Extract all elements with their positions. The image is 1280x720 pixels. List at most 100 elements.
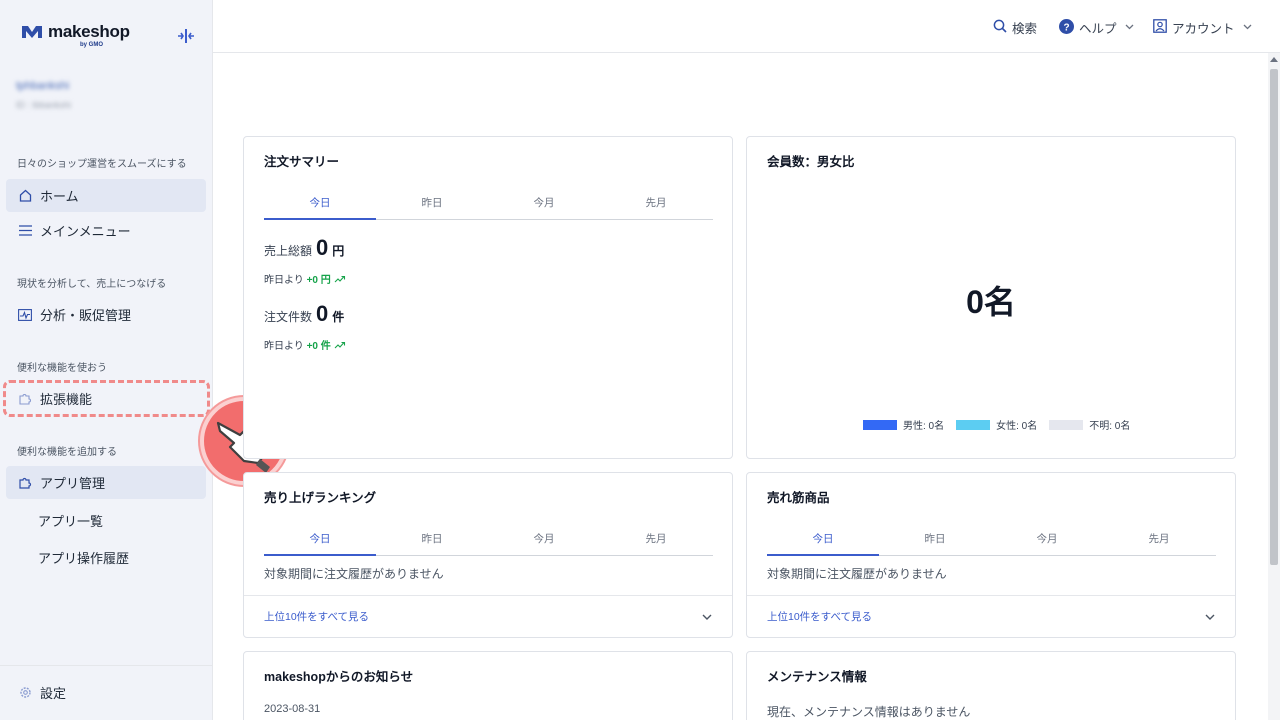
card-title: 売れ筋商品 — [767, 491, 830, 505]
sidebar-item-settings[interactable]: 設定 — [6, 676, 206, 709]
sales-delta-value: +0 円 — [306, 275, 331, 286]
puzzle-icon — [18, 476, 32, 490]
chevron-down-icon — [702, 611, 712, 623]
card-title: メンテナンス情報 — [767, 670, 867, 684]
trend-up-icon — [334, 341, 346, 352]
shop-name: tphbankshi — [16, 80, 70, 92]
members-total: 0名 — [966, 284, 1016, 320]
sidebar-item-main-menu[interactable]: メインメニュー — [6, 214, 206, 247]
menu-icon — [18, 224, 32, 238]
see-all-link[interactable]: 上位10件をすべて見る — [244, 595, 732, 637]
page-scrollbar[interactable] — [1268, 53, 1280, 720]
sidebar-item-analytics[interactable]: 分析・販促管理 — [6, 298, 206, 331]
trend-up-icon — [334, 275, 346, 286]
see-all-label: 上位10件をすべて見る — [767, 611, 873, 623]
top-header: 検索 ? ヘルプ アカウント — [213, 0, 1280, 53]
card-title: makeshopからのお知らせ — [264, 670, 414, 684]
collapse-sidebar-button[interactable] — [176, 28, 196, 48]
legend-unknown: 不明: 0名 — [1089, 421, 1131, 432]
account-label: アカウント — [1172, 22, 1235, 36]
search-icon — [993, 19, 1007, 36]
section-label-analyze: 現状を分析して、売上につなげる — [17, 279, 167, 290]
sidebar-item-home[interactable]: ホーム — [6, 179, 206, 212]
tab-yesterday[interactable]: 昨日 — [879, 531, 991, 555]
period-tabs: 今日 昨日 今月 先月 — [767, 531, 1216, 556]
sidebar-item-label: アプリ管理 — [40, 476, 106, 491]
tab-today[interactable]: 今日 — [767, 531, 879, 556]
tab-this-month[interactable]: 今月 — [488, 195, 600, 219]
help-menu[interactable]: ? ヘルプ — [1059, 18, 1134, 37]
help-label: ヘルプ — [1079, 22, 1117, 36]
tab-yesterday[interactable]: 昨日 — [376, 531, 488, 555]
sidebar-item-app-list[interactable]: アプリ一覧 — [38, 511, 103, 530]
makeshop-logo-icon — [22, 26, 42, 38]
sidebar-footer-divider — [0, 665, 212, 666]
sales-value: 0 — [316, 235, 329, 260]
maintenance-text: 現在、メンテナンス情報はありません — [767, 705, 971, 719]
period-tabs: 今日 昨日 今月 先月 — [264, 195, 713, 220]
sidebar-item-label: 設定 — [40, 686, 67, 701]
delta-prefix: 昨日より — [264, 275, 304, 286]
card-title: 注文サマリー — [264, 155, 340, 169]
tab-this-month[interactable]: 今月 — [991, 531, 1103, 555]
tab-yesterday[interactable]: 昨日 — [376, 195, 488, 219]
members-legend: 男性: 0名 女性: 0名 不明: 0名 — [863, 417, 1130, 432]
maintenance-card: メンテナンス情報 現在、メンテナンス情報はありません — [746, 651, 1236, 720]
sales-unit: 円 — [332, 244, 345, 258]
chevron-down-icon — [1243, 22, 1252, 33]
order-summary-card: 注文サマリー 今日 昨日 今月 先月 売上総額 0 円 昨日より +0 円 注文… — [243, 136, 733, 459]
account-icon — [1153, 19, 1167, 36]
gear-icon — [18, 686, 32, 700]
sidebar-item-label: メインメニュー — [40, 224, 131, 239]
help-icon: ? — [1059, 18, 1074, 37]
chevron-down-icon — [1205, 611, 1215, 623]
empty-message: 対象期間に注文履歴がありません — [264, 567, 444, 581]
delta-prefix: 昨日より — [264, 341, 304, 352]
tab-last-month[interactable]: 先月 — [600, 531, 712, 555]
see-all-label: 上位10件をすべて見る — [264, 611, 370, 623]
sidebar: makeshop by GMO tphbankshi ID : tbbanksh… — [0, 0, 213, 720]
orders-value: 0 — [316, 301, 329, 326]
section-label-useful: 便利な機能を使おう — [17, 363, 107, 374]
order-count: 注文件数 0 件 — [264, 301, 344, 327]
logo-text: makeshop — [48, 22, 130, 41]
section-label-daily: 日々のショップ運営をスムーズにする — [17, 159, 187, 170]
chart-icon — [18, 308, 32, 322]
svg-text:?: ? — [1063, 22, 1069, 33]
scroll-up-arrow-icon[interactable] — [1270, 57, 1278, 62]
highlight-box — [3, 380, 210, 417]
section-label-add: 便利な機能を追加する — [17, 447, 117, 458]
tab-today[interactable]: 今日 — [264, 531, 376, 556]
legend-swatch-female — [956, 419, 991, 430]
sales-total: 売上総額 0 円 — [264, 235, 344, 261]
news-card: makeshopからのお知らせ 2023-08-31 — [243, 651, 733, 720]
tab-last-month[interactable]: 先月 — [1103, 531, 1215, 555]
scroll-thumb[interactable] — [1270, 69, 1278, 565]
search-label: 検索 — [1012, 22, 1038, 36]
legend-swatch-male — [863, 419, 897, 430]
orders-label: 注文件数 — [264, 310, 313, 324]
orders-delta-value: +0 件 — [306, 341, 331, 352]
empty-message: 対象期間に注文履歴がありません — [767, 567, 947, 581]
tab-last-month[interactable]: 先月 — [600, 195, 712, 219]
shop-id: ID : tbbankshi — [16, 100, 72, 110]
tab-today[interactable]: 今日 — [264, 195, 376, 220]
sidebar-item-label: ホーム — [40, 189, 79, 204]
sidebar-item-apps[interactable]: アプリ管理 — [6, 466, 206, 499]
sales-label: 売上総額 — [264, 244, 313, 258]
period-tabs: 今日 昨日 今月 先月 — [264, 531, 713, 556]
logo-sub: by GMO — [80, 42, 104, 48]
orders-delta: 昨日より +0 件 — [264, 337, 346, 352]
legend-swatch-unknown — [1049, 419, 1084, 430]
sidebar-item-app-history[interactable]: アプリ操作履歴 — [38, 548, 129, 567]
legend-male: 男性: 0名 — [903, 421, 945, 432]
card-title: 売り上げランキング — [264, 491, 377, 505]
see-all-link[interactable]: 上位10件をすべて見る — [747, 595, 1235, 637]
account-menu[interactable]: アカウント — [1153, 18, 1252, 37]
tab-this-month[interactable]: 今月 — [488, 531, 600, 555]
card-title: 会員数：男女比 — [767, 155, 855, 169]
sidebar-item-label: 分析・販促管理 — [40, 308, 132, 323]
bestsellers-card: 売れ筋商品 今日 昨日 今月 先月 対象期間に注文履歴がありません 上位10件を… — [746, 472, 1236, 638]
search-button[interactable]: 検索 — [993, 18, 1037, 37]
makeshop-logo[interactable]: makeshop — [22, 22, 130, 41]
